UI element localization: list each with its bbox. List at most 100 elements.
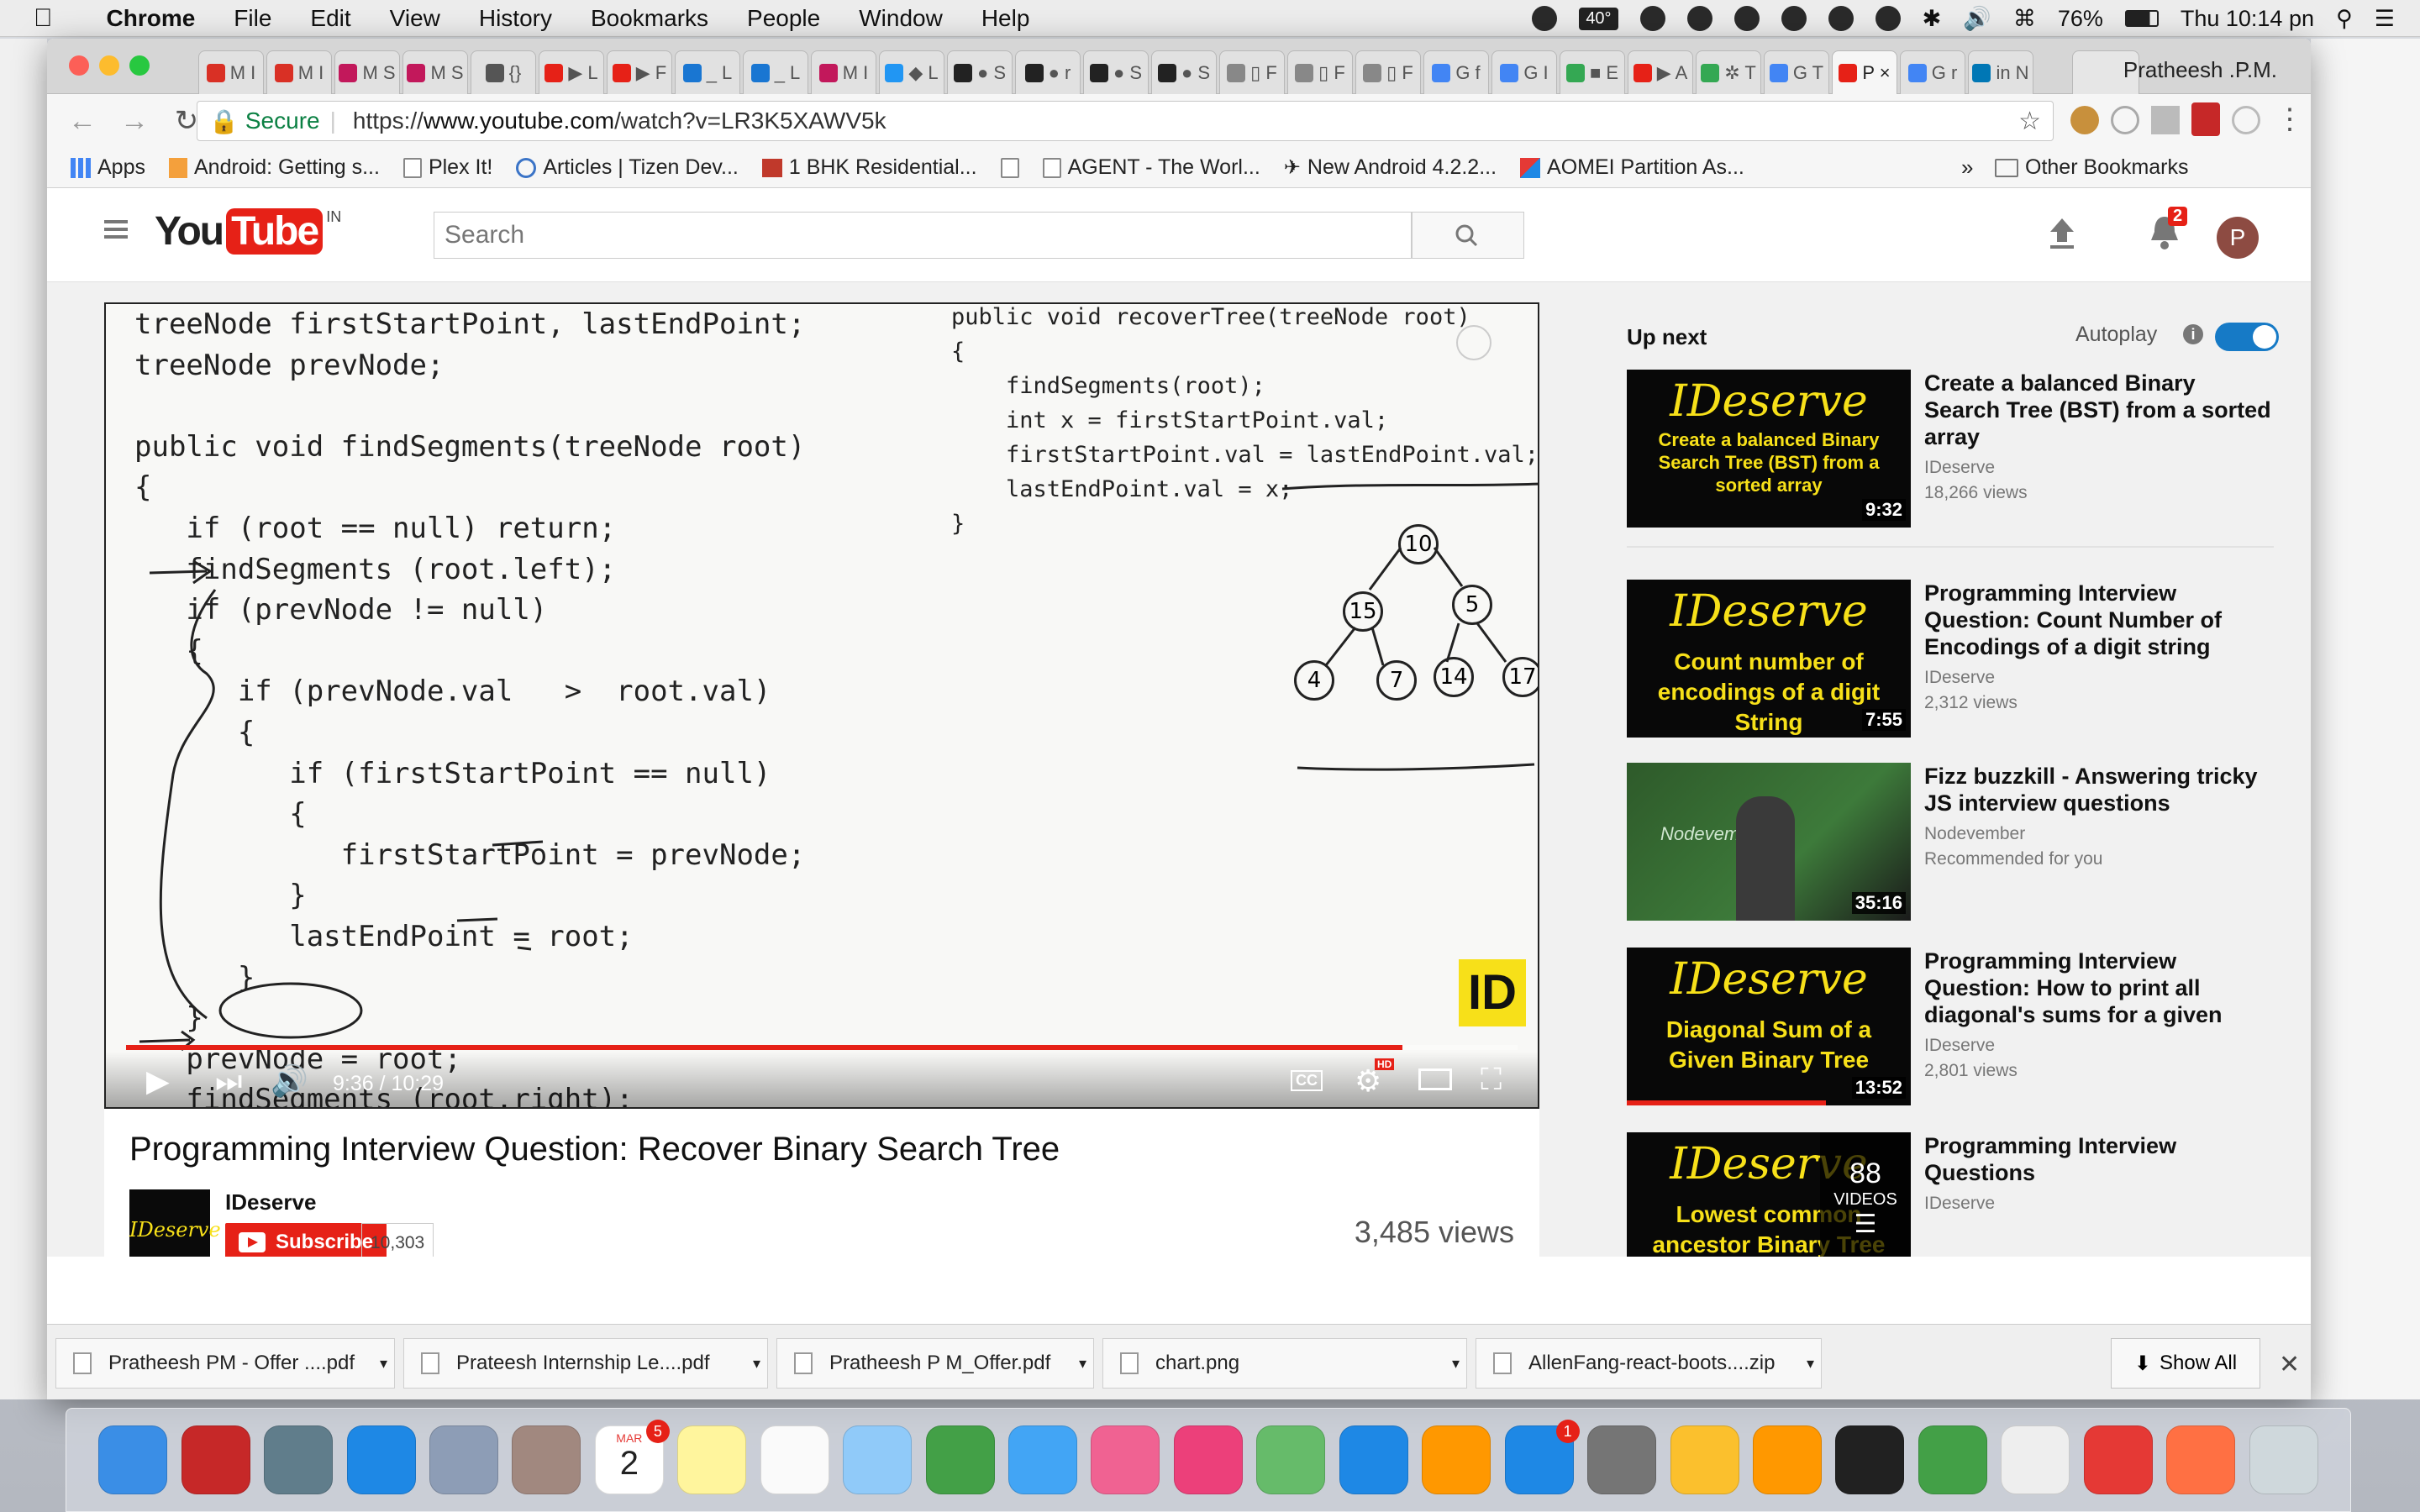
- tab-8[interactable]: _ L: [743, 50, 808, 94]
- video-title[interactable]: Programming Interview Question: How to p…: [1924, 948, 2277, 1028]
- download-item[interactable]: Pratheesh P M_Offer.pdf ▾: [776, 1338, 1094, 1389]
- tab-1[interactable]: M I: [266, 50, 332, 94]
- finder-icon[interactable]: [98, 1425, 168, 1494]
- calendar-extension-icon[interactable]: [2191, 102, 2220, 136]
- tab-21[interactable]: ▶ A: [1628, 50, 1693, 94]
- dropbox-icon[interactable]: [1781, 6, 1807, 31]
- download-menu-icon[interactable]: ▾: [753, 1355, 760, 1373]
- menu-edit[interactable]: Edit: [310, 5, 350, 32]
- address-bar[interactable]: 🔒 Secure | https://www.youtube.com/watch?…: [197, 101, 2054, 141]
- video-thumbnail[interactable]: IDeserve Lowest common ancestor Binary Tr…: [1627, 1132, 1911, 1257]
- cookie-extension-icon[interactable]: [2070, 106, 2099, 134]
- bookmark-android[interactable]: Android: Getting s...: [168, 155, 380, 180]
- trash-icon[interactable]: [2249, 1425, 2318, 1494]
- bookmark-star-icon[interactable]: ☆: [2018, 107, 2041, 136]
- puzzle-extension-icon[interactable]: [2151, 106, 2180, 134]
- next-button[interactable]: ⏭: [215, 1063, 242, 1100]
- progress-bar[interactable]: [126, 1045, 1518, 1050]
- video-channel[interactable]: IDeserve: [1924, 1033, 1995, 1058]
- numbers-icon[interactable]: [1256, 1425, 1326, 1494]
- video-thumbnail[interactable]: IDeserve Create a balanced Binary Search …: [1627, 370, 1911, 528]
- download-item[interactable]: chart.png ▾: [1102, 1338, 1467, 1389]
- bookmark-tizen[interactable]: Articles | Tizen Dev...: [516, 155, 739, 180]
- profile-name[interactable]: Pratheesh .P.M.: [2123, 57, 2277, 83]
- pencil-icon[interactable]: [2166, 1425, 2236, 1494]
- volume-icon[interactable]: 🔊: [1963, 5, 1991, 32]
- tab-20[interactable]: ■ E: [1560, 50, 1625, 94]
- play-button[interactable]: ▶: [146, 1063, 170, 1099]
- search-button[interactable]: [1412, 212, 1524, 259]
- account-avatar[interactable]: P: [2217, 217, 2259, 259]
- search-input[interactable]: Search: [434, 212, 1412, 259]
- video-title[interactable]: Programming Interview Question: Count Nu…: [1924, 580, 2277, 660]
- facetime-icon[interactable]: [925, 1425, 995, 1494]
- video-channel[interactable]: IDeserve: [1924, 455, 1995, 480]
- shield-status-icon[interactable]: [1686, 6, 1712, 31]
- notification-center-icon[interactable]: ☰: [2375, 6, 2395, 32]
- other-bookmarks[interactable]: Other Bookmarks: [1995, 155, 2189, 180]
- chrome-icon[interactable]: [1670, 1425, 1739, 1494]
- tab-7[interactable]: _ L: [675, 50, 740, 94]
- minimize-window-button[interactable]: [99, 55, 119, 76]
- adobe-status-icon[interactable]: [1733, 6, 1760, 31]
- back-icon[interactable]: ←: [66, 105, 99, 138]
- upload-status-icon[interactable]: [1532, 6, 1558, 31]
- download-menu-icon[interactable]: ▾: [1079, 1355, 1086, 1373]
- chrome-menu-icon[interactable]: ⋮: [2275, 102, 2304, 136]
- tab-24[interactable]: P ×: [1832, 50, 1897, 94]
- menu-bookmarks[interactable]: Bookmarks: [591, 5, 708, 32]
- calendar-icon[interactable]: MAR 2 5: [594, 1420, 670, 1494]
- fullscreen-icon[interactable]: ⛶: [1481, 1062, 1502, 1098]
- theater-mode-icon[interactable]: [1418, 1068, 1452, 1090]
- notes-icon[interactable]: [677, 1425, 747, 1494]
- bookmarks-overflow-icon[interactable]: »: [1961, 155, 1973, 181]
- pages-icon[interactable]: [1752, 1425, 1822, 1494]
- apple-menu-icon[interactable]: : [34, 4, 53, 33]
- skype-extension-icon[interactable]: [2232, 106, 2260, 134]
- reminders-icon[interactable]: [760, 1425, 829, 1494]
- menu-view[interactable]: View: [390, 5, 440, 32]
- close-window-button[interactable]: [69, 55, 89, 76]
- menu-help[interactable]: Help: [981, 5, 1030, 32]
- video-thumbnail[interactable]: IDeserve Count number of encodings of a d…: [1627, 580, 1911, 738]
- tab-12[interactable]: ● r: [1015, 50, 1081, 94]
- wifi-icon[interactable]: ⌘: [2013, 6, 2036, 32]
- channel-watermark[interactable]: ID: [1459, 959, 1526, 1026]
- tab-4[interactable]: {}: [471, 50, 536, 94]
- tab-0[interactable]: M I: [198, 50, 264, 94]
- terminal-icon[interactable]: [1835, 1425, 1905, 1494]
- tab-26[interactable]: in N: [1968, 50, 2033, 94]
- tab-14[interactable]: ● S: [1151, 50, 1217, 94]
- bookmark-residential[interactable]: 1 BHK Residential...: [761, 155, 977, 180]
- youtube-logo[interactable]: You Tube IN: [155, 208, 341, 255]
- download-menu-icon[interactable]: ▾: [380, 1355, 387, 1373]
- battery-icon[interactable]: [2124, 10, 2159, 27]
- video-thumbnail[interactable]: Nodevember 35:16: [1627, 763, 1911, 921]
- video-title[interactable]: Create a balanced Binary Search Tree (BS…: [1924, 370, 2277, 450]
- video-title[interactable]: Fizz buzzkill - Answering tricky JS inte…: [1924, 763, 2277, 816]
- tab-22[interactable]: ✲ T: [1696, 50, 1761, 94]
- show-all-downloads-button[interactable]: ⬇ Show All: [2111, 1338, 2260, 1389]
- captions-button[interactable]: CC: [1291, 1070, 1323, 1091]
- system-preferences-icon[interactable]: [1587, 1425, 1657, 1494]
- ibooks-icon[interactable]: [1422, 1425, 1491, 1494]
- tab-11[interactable]: ● S: [947, 50, 1013, 94]
- evernote-icon[interactable]: [1918, 1425, 1987, 1494]
- video-channel[interactable]: IDeserve: [1924, 665, 1995, 690]
- spotlight-icon[interactable]: ⚲: [2336, 6, 2353, 32]
- volume-icon[interactable]: 🔊: [271, 1063, 308, 1099]
- forward-icon[interactable]: →: [118, 105, 151, 138]
- menu-file[interactable]: File: [234, 5, 271, 32]
- mail-bird-icon[interactable]: [429, 1425, 498, 1494]
- close-downloads-icon[interactable]: ✕: [2279, 1350, 2300, 1379]
- photos-icon[interactable]: [1091, 1425, 1160, 1494]
- video-thumbnail[interactable]: IDeserve Diagonal Sum of a Given Binary T…: [1627, 948, 1911, 1105]
- contacts-icon[interactable]: [512, 1425, 581, 1494]
- textedit-icon[interactable]: [2001, 1425, 2070, 1494]
- menu-people[interactable]: People: [747, 5, 820, 32]
- clock[interactable]: Thu 10:14 pn: [2181, 6, 2314, 32]
- menu-app-name[interactable]: Chrome: [107, 5, 196, 32]
- channel-thumbnail[interactable]: IDeserve: [129, 1189, 221, 1257]
- bookmark-blank[interactable]: [1000, 157, 1019, 178]
- guide-menu-icon[interactable]: [104, 220, 128, 239]
